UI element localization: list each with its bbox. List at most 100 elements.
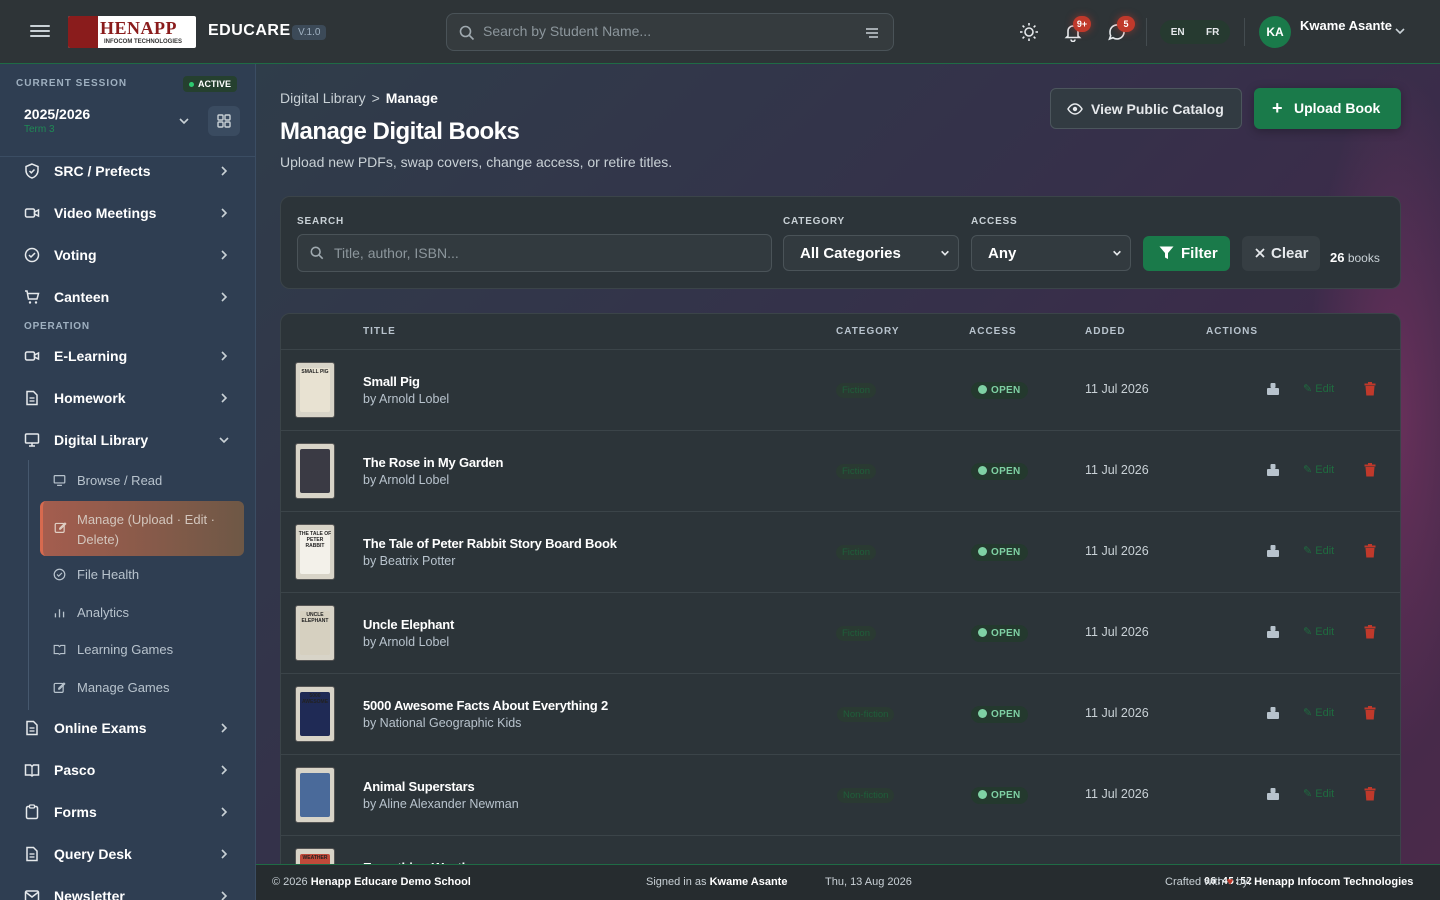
- swap-cover-icon[interactable]: [1266, 544, 1280, 558]
- column-header[interactable]: ACCESS: [969, 326, 1017, 337]
- footer-copyright: © 2026 Henapp Educare Demo School: [272, 876, 471, 888]
- sidebar-section-label: OPERATION: [24, 321, 90, 332]
- filter-button[interactable]: Filter: [1143, 236, 1230, 271]
- category-select[interactable]: All Categories: [783, 235, 959, 271]
- language-switch[interactable]: EN FR: [1160, 20, 1230, 44]
- edit-button[interactable]: ✎ Edit: [1303, 463, 1334, 476]
- edit-button[interactable]: ✎ Edit: [1303, 544, 1334, 557]
- swap-cover-icon[interactable]: [1266, 463, 1280, 477]
- edit-button[interactable]: ✎ Edit: [1303, 625, 1334, 638]
- main-content: Digital Library > Manage Manage Digital Bo…: [256, 64, 1440, 864]
- sidebar-subitem-label: File Health: [77, 567, 140, 582]
- sun-icon[interactable]: [1019, 22, 1039, 42]
- trash-icon[interactable]: [1364, 625, 1376, 639]
- added-date: 11 Jul 2026: [1085, 625, 1149, 639]
- table-row[interactable]: THE TALE OF PETER RABBIT The Tale of Pete…: [281, 512, 1400, 593]
- trash-icon[interactable]: [1364, 544, 1376, 558]
- book-search-input[interactable]: [334, 245, 754, 261]
- swap-cover-icon[interactable]: [1266, 787, 1280, 801]
- book-cover[interactable]: THE TALE OF PETER RABBIT: [295, 524, 335, 580]
- table-row[interactable]: Animal Superstars by Aline Alexander Newm…: [281, 755, 1400, 836]
- book-title[interactable]: 5000 Awesome Facts About Everything 2: [363, 698, 608, 713]
- messages-button[interactable]: 5: [1107, 16, 1135, 42]
- session-select-chevron-icon[interactable]: [178, 115, 190, 127]
- table-row[interactable]: WEATHEREverything Weather: [281, 836, 1400, 864]
- book-author: by National Geographic Kids: [363, 716, 522, 730]
- trash-icon[interactable]: [1364, 463, 1376, 477]
- user-name[interactable]: Kwame Asante: [1300, 18, 1392, 33]
- sidebar-item-pasco[interactable]: Pasco: [0, 749, 255, 791]
- lang-en[interactable]: EN: [1171, 27, 1185, 38]
- menu-toggle-icon[interactable]: [30, 22, 50, 42]
- sidebar-subitem-learning-games[interactable]: Learning Games: [40, 632, 244, 668]
- filter-lines-icon[interactable]: [865, 26, 879, 40]
- student-search[interactable]: [446, 13, 894, 51]
- edit-button[interactable]: ✎ Edit: [1303, 382, 1334, 395]
- plus-icon: +: [1272, 98, 1283, 118]
- edit-icon: [53, 682, 66, 693]
- column-header: ACTIONS: [1206, 326, 1258, 337]
- trash-icon[interactable]: [1364, 787, 1376, 801]
- avatar[interactable]: KA: [1259, 16, 1291, 48]
- column-header[interactable]: CATEGORY: [836, 326, 900, 337]
- sidebar-subitem-analytics[interactable]: Analytics: [40, 595, 244, 631]
- footer: © 2026 Henapp Educare Demo School Signed…: [256, 864, 1440, 900]
- book-title[interactable]: The Rose in My Garden: [363, 455, 503, 470]
- column-header[interactable]: TITLE: [363, 326, 396, 337]
- sidebar-subitem-file-health[interactable]: File Health: [40, 557, 244, 593]
- grid-icon: [217, 114, 231, 128]
- sidebar-item-query-desk[interactable]: Query Desk: [0, 833, 255, 875]
- sidebar-subitem-manage[interactable]: Manage (Upload · Edit · Delete): [40, 501, 244, 556]
- breadcrumb-root[interactable]: Digital Library: [280, 90, 366, 106]
- book-title[interactable]: The Tale of Peter Rabbit Story Board Boo…: [363, 536, 617, 551]
- session-grid-button[interactable]: [208, 106, 240, 136]
- chevron-down-icon: [941, 250, 949, 256]
- swap-cover-icon[interactable]: [1266, 382, 1280, 396]
- book-cover[interactable]: [295, 443, 335, 499]
- swap-cover-icon[interactable]: [1266, 625, 1280, 639]
- session-term: Term 3: [24, 124, 55, 135]
- trash-icon[interactable]: [1364, 706, 1376, 720]
- sidebar-item-forms[interactable]: Forms: [0, 791, 255, 833]
- table-row[interactable]: The Rose in My Garden by Arnold Lobel Fict…: [281, 431, 1400, 512]
- column-header[interactable]: ADDED: [1085, 326, 1126, 337]
- notifications-button[interactable]: 9+: [1063, 16, 1091, 43]
- sidebar-item-e-learning[interactable]: E-Learning: [0, 335, 255, 377]
- book-search[interactable]: [297, 234, 772, 272]
- sidebar-item-voting[interactable]: Voting: [0, 234, 255, 276]
- edit-button[interactable]: ✎ Edit: [1303, 706, 1334, 719]
- book-cover[interactable]: [295, 767, 335, 823]
- footer-signed-in: Signed in as Kwame Asante: [646, 876, 788, 888]
- swap-cover-icon[interactable]: [1266, 706, 1280, 720]
- edit-button[interactable]: ✎ Edit: [1303, 787, 1334, 800]
- table-row[interactable]: SMALL PIG Small Pig by Arnold Lobel Fiction…: [281, 350, 1400, 431]
- book-cover[interactable]: SMALL PIG: [295, 362, 335, 418]
- book-title[interactable]: Uncle Elephant: [363, 617, 454, 632]
- sidebar-subitem-manage-games[interactable]: Manage Games: [40, 670, 244, 706]
- sidebar-item-newsletter[interactable]: Newsletter: [0, 875, 255, 900]
- book-cover[interactable]: WEATHER: [295, 848, 335, 864]
- sidebar-item-online-exams[interactable]: Online Exams: [0, 707, 255, 749]
- lang-fr[interactable]: FR: [1206, 27, 1219, 38]
- sidebar-item-digital-library[interactable]: Digital Library: [0, 419, 255, 461]
- access-select[interactable]: Any: [971, 235, 1131, 271]
- category-badge: Non-fiction: [837, 707, 895, 722]
- book-cover[interactable]: UNCLE ELEPHANT: [295, 605, 335, 661]
- category-badge: Fiction: [836, 464, 876, 479]
- sidebar-subitem-browse-read[interactable]: Browse / Read: [40, 463, 244, 499]
- sidebar-item-src-prefects[interactable]: SRC / Prefects: [0, 150, 255, 192]
- student-search-input[interactable]: [483, 23, 853, 39]
- table-row[interactable]: UNCLE ELEPHANT Uncle Elephant by Arnold Lo…: [281, 593, 1400, 674]
- clear-button[interactable]: Clear: [1242, 236, 1320, 271]
- trash-icon[interactable]: [1364, 382, 1376, 396]
- book-cover[interactable]: 5000 AWESOME: [295, 686, 335, 742]
- view-public-catalog-button[interactable]: View Public Catalog: [1050, 88, 1242, 129]
- book-title[interactable]: Small Pig: [363, 374, 420, 389]
- book-title[interactable]: Animal Superstars: [363, 779, 475, 794]
- upload-book-button[interactable]: + Upload Book: [1254, 88, 1401, 129]
- table-row[interactable]: 5000 AWESOME 5000 Awesome Facts About Eve…: [281, 674, 1400, 755]
- sidebar-item-video-meetings[interactable]: Video Meetings: [0, 192, 255, 234]
- sidebar-item-canteen[interactable]: Canteen: [0, 276, 255, 318]
- sidebar-item-homework[interactable]: Homework: [0, 377, 255, 419]
- chevron-down-icon[interactable]: [1394, 25, 1406, 37]
